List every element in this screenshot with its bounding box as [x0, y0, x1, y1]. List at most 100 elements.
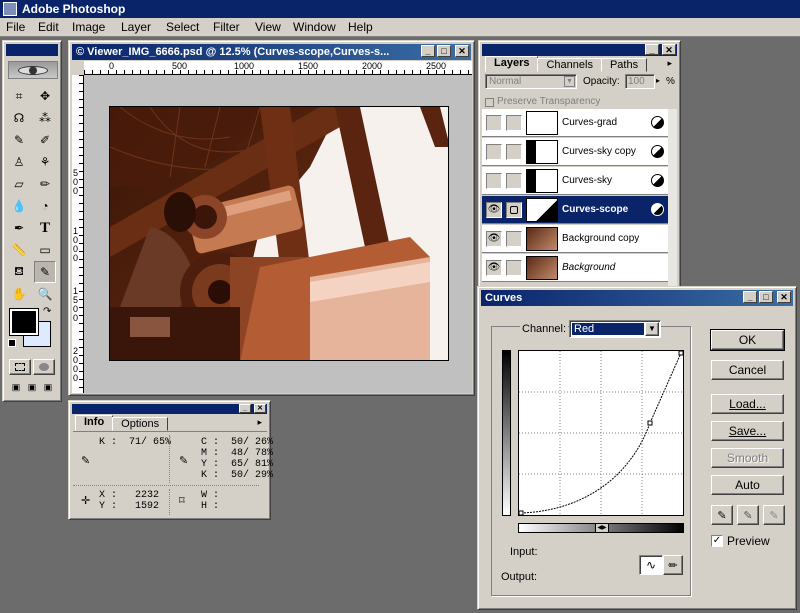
dropdown-arrow-icon: ▼: [564, 76, 575, 87]
airbrush-tool-icon[interactable]: ✎: [8, 129, 30, 151]
layer-row[interactable]: Curves-sky copy: [482, 138, 670, 166]
layers-minimize-button[interactable]: _: [645, 44, 659, 55]
curves-graph[interactable]: [518, 350, 684, 516]
auto-button[interactable]: Auto: [711, 475, 784, 495]
pencil-mode-button[interactable]: ✏: [663, 555, 683, 575]
visibility-toggle[interactable]: [486, 173, 502, 189]
palette-menu-arrow-icon[interactable]: ▸: [257, 417, 262, 428]
pen-tool-icon[interactable]: ✒: [8, 217, 30, 239]
palette-menu-arrow-icon[interactable]: ▸: [667, 58, 672, 69]
curves-close-button[interactable]: ✕: [777, 291, 791, 303]
maximize-button[interactable]: □: [437, 45, 451, 57]
link-toggle[interactable]: [506, 202, 522, 218]
menu-file[interactable]: File: [6, 20, 25, 34]
tab-options[interactable]: Options: [112, 417, 169, 431]
menu-help[interactable]: Help: [348, 20, 373, 34]
layer-row[interactable]: Curves-grad: [482, 109, 670, 137]
dropdown-arrow-icon[interactable]: ▼: [645, 322, 659, 336]
opacity-arrow-icon[interactable]: ▸: [656, 76, 660, 85]
document-canvas-area[interactable]: [84, 75, 472, 393]
crop-tool-icon[interactable]: ⌗: [8, 85, 30, 107]
screen-mode-full-icon[interactable]: ▣: [40, 379, 56, 395]
blend-mode-select[interactable]: Normal ▼: [485, 74, 577, 89]
layer-row[interactable]: 👁 Background: [482, 254, 670, 282]
link-toggle[interactable]: [506, 144, 522, 160]
document-titlebar[interactable]: © Viewer_IMG_6666.psd @ 12.5% (Curves-sc…: [72, 44, 471, 60]
menu-image[interactable]: Image: [72, 20, 105, 34]
rubber-stamp-icon[interactable]: ♙: [8, 151, 30, 173]
gradient-tool-icon[interactable]: ▭: [34, 239, 56, 261]
curves-titlebar[interactable]: Curves _ □ ✕: [481, 290, 793, 306]
measure-tool-icon[interactable]: 📏: [8, 239, 30, 261]
standard-mode-icon[interactable]: [9, 359, 31, 375]
smooth-button[interactable]: Smooth: [711, 448, 784, 468]
close-button[interactable]: ✕: [455, 45, 469, 57]
gray-eyedropper-button[interactable]: ✎: [737, 505, 759, 525]
info-close-button[interactable]: ✕: [254, 404, 266, 413]
paint-bucket-icon[interactable]: ⛾: [8, 261, 30, 283]
white-eyedropper-button[interactable]: ✎: [763, 505, 785, 525]
menu-select[interactable]: Select: [166, 20, 199, 34]
eyedropper-tool-icon[interactable]: ✎: [34, 261, 56, 283]
move-tool-icon[interactable]: ✥: [34, 85, 56, 107]
document-image[interactable]: [109, 106, 449, 361]
magic-wand-icon[interactable]: ⁂: [34, 107, 56, 129]
default-colors-icon[interactable]: [8, 339, 16, 347]
curve-mode-button[interactable]: ∿: [639, 555, 663, 575]
paintbrush-tool-icon[interactable]: ✐: [34, 129, 56, 151]
preview-checkbox[interactable]: ✓: [711, 535, 723, 547]
link-toggle[interactable]: [506, 173, 522, 189]
minimize-button[interactable]: _: [421, 45, 435, 57]
layer-row[interactable]: Curves-sky: [482, 167, 670, 195]
tab-paths[interactable]: Paths: [600, 58, 648, 72]
type-tool-icon[interactable]: T: [34, 217, 56, 239]
menu-edit[interactable]: Edit: [38, 20, 59, 34]
visibility-toggle[interactable]: 👁: [486, 202, 502, 218]
pencil-tool-icon[interactable]: ✏: [34, 173, 56, 195]
lasso-tool-icon[interactable]: ☊: [8, 107, 30, 129]
menu-window[interactable]: Window: [293, 20, 336, 34]
link-toggle[interactable]: [506, 115, 522, 131]
history-brush-icon[interactable]: ⚘: [34, 151, 56, 173]
tab-channels[interactable]: Channels: [537, 58, 602, 72]
visibility-toggle[interactable]: [486, 115, 502, 131]
channel-select-value: Red: [572, 323, 644, 335]
menu-view[interactable]: View: [255, 20, 281, 34]
layer-row[interactable]: 👁 Background copy: [482, 225, 670, 253]
eraser-tool-icon[interactable]: ▱: [8, 173, 30, 195]
info-minimize-button[interactable]: _: [239, 404, 251, 413]
black-eyedropper-button[interactable]: ✎: [711, 505, 733, 525]
input-gradient-bar[interactable]: ◀▶: [518, 523, 684, 533]
hand-tool-icon[interactable]: ✋: [8, 283, 30, 305]
tab-info[interactable]: Info: [75, 415, 114, 431]
menu-layer[interactable]: Layer: [121, 20, 151, 34]
preserve-transparency-checkbox[interactable]: [485, 98, 494, 107]
tab-layers[interactable]: Layers: [485, 56, 539, 72]
menu-filter[interactable]: Filter: [213, 20, 240, 34]
visibility-toggle[interactable]: [486, 144, 502, 160]
load-button[interactable]: Load...: [711, 394, 784, 414]
zoom-tool-icon[interactable]: 🔍: [34, 283, 56, 305]
visibility-toggle[interactable]: 👁: [486, 260, 502, 276]
dodge-tool-icon[interactable]: ◔: [34, 195, 56, 217]
link-toggle[interactable]: [506, 260, 522, 276]
cancel-button[interactable]: Cancel: [711, 360, 784, 380]
ok-button[interactable]: OK: [710, 329, 785, 351]
layer-row[interactable]: 👁 Curves-scope: [482, 196, 670, 224]
layers-scrollbar[interactable]: [668, 109, 677, 287]
swap-colors-icon[interactable]: ↷: [43, 306, 51, 317]
screen-mode-full-menu-icon[interactable]: ▣: [24, 379, 40, 395]
opacity-input[interactable]: 100: [625, 74, 655, 89]
save-button[interactable]: Save...: [711, 421, 784, 441]
gradient-toggle-icon[interactable]: ◀▶: [595, 523, 609, 533]
blur-tool-icon[interactable]: 💧: [8, 195, 30, 217]
foreground-color-swatch[interactable]: [9, 308, 39, 336]
visibility-toggle[interactable]: 👁: [486, 231, 502, 247]
quick-mask-icon[interactable]: [33, 359, 55, 375]
screen-mode-standard-icon[interactable]: ▣: [8, 379, 24, 395]
layers-close-button[interactable]: ✕: [662, 44, 676, 55]
curves-maximize-button[interactable]: □: [759, 291, 773, 303]
link-toggle[interactable]: [506, 231, 522, 247]
curves-minimize-button[interactable]: _: [743, 291, 757, 303]
channel-select[interactable]: Red ▼: [569, 320, 661, 338]
